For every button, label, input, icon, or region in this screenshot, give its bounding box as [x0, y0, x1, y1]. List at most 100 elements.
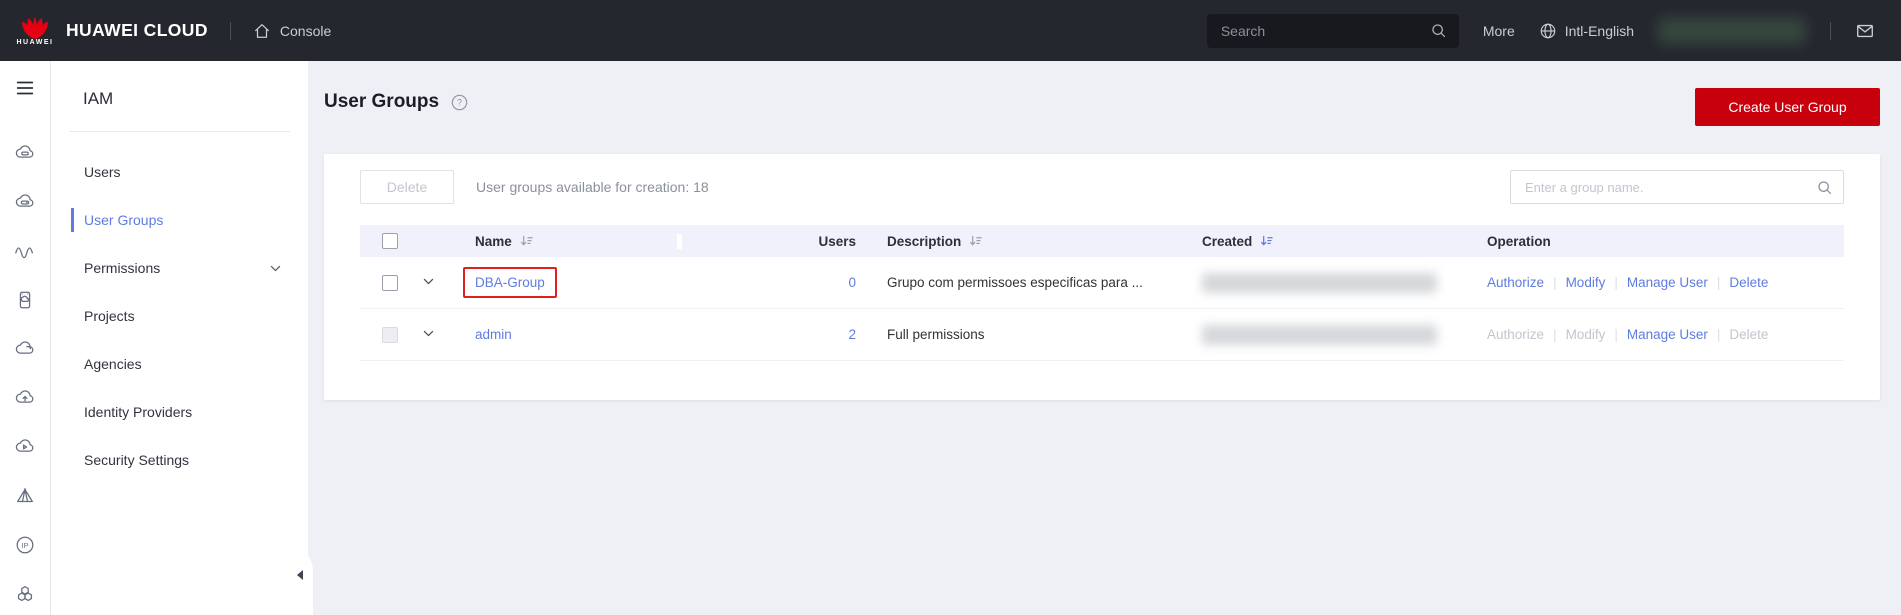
- console-link[interactable]: Console: [253, 22, 331, 40]
- sidebar-item-agencies[interactable]: Agencies: [51, 340, 308, 388]
- op-manage-user-link[interactable]: Manage User: [1627, 275, 1708, 290]
- column-label: Operation: [1487, 234, 1551, 249]
- global-search: [1207, 14, 1459, 48]
- operation-separator: |: [1614, 327, 1618, 342]
- rail-item-pyramid[interactable]: [0, 471, 50, 520]
- users-count-link[interactable]: 0: [848, 275, 856, 290]
- created-timestamp-redacted: [1202, 325, 1437, 345]
- help-icon[interactable]: ?: [451, 94, 468, 111]
- svg-text:?: ?: [457, 97, 462, 107]
- table-row-dba-group: DBA-Group 0 Grupo com permissoes especific…: [360, 257, 1844, 309]
- operation-separator: |: [1717, 327, 1721, 342]
- op-delete-link[interactable]: Delete: [1729, 275, 1768, 290]
- topbar-divider: [1830, 22, 1831, 40]
- description-cell: Full permissions: [862, 327, 1192, 342]
- chevron-down-icon: [269, 262, 282, 275]
- mail-icon[interactable]: [1855, 21, 1875, 41]
- op-authorize-link: Authorize: [1487, 327, 1544, 342]
- sidebar-item-permissions[interactable]: Permissions: [51, 244, 308, 292]
- select-all-checkbox[interactable]: [382, 233, 398, 249]
- cloud-upload-icon: [14, 387, 36, 409]
- column-header-operation: Operation: [1472, 234, 1844, 249]
- sidebar-collapse-handle[interactable]: [297, 570, 303, 580]
- sort-icon[interactable]: [968, 234, 983, 249]
- ip-icon: IP: [14, 534, 36, 556]
- description-cell: Grupo com permissoes especificas para ..…: [862, 275, 1192, 290]
- chevron-down-icon[interactable]: [422, 275, 435, 288]
- operation-separator: |: [1717, 275, 1721, 290]
- more-menu[interactable]: More: [1483, 23, 1515, 39]
- console-label: Console: [280, 23, 331, 39]
- sidebar-item-identity-providers[interactable]: Identity Providers: [51, 388, 308, 436]
- rail-item-cloud-upload[interactable]: [0, 373, 50, 422]
- search-icon[interactable]: [1430, 22, 1447, 39]
- operation-separator: |: [1553, 327, 1557, 342]
- group-search: [1510, 170, 1844, 204]
- sidebar-item-label: User Groups: [84, 212, 163, 228]
- op-manage-user-link[interactable]: Manage User: [1627, 327, 1708, 342]
- user-groups-table: Name Users DescriptionCreated Operation DBA…: [360, 225, 1844, 361]
- huawei-logo[interactable]: HUAWEI: [10, 16, 60, 46]
- sidebar-item-projects[interactable]: Projects: [51, 292, 308, 340]
- row-checkbox[interactable]: [382, 275, 398, 291]
- iam-sidebar: IAM Users User Groups Permissions Projects A…: [50, 61, 308, 615]
- service-rail: IP: [0, 61, 50, 615]
- name-cell: DBA-Group: [462, 267, 677, 298]
- users-cell: 0: [677, 275, 862, 290]
- global-search-input[interactable]: [1219, 22, 1422, 40]
- sidebar-item-users[interactable]: Users: [51, 148, 308, 196]
- rail-item-ip[interactable]: IP: [0, 520, 50, 569]
- main-content: User Groups ? Create User Group Delete U…: [308, 61, 1901, 615]
- rail-item-cloud[interactable]: [0, 324, 50, 373]
- row-checkbox: [382, 327, 398, 343]
- rail-item-cloud-server[interactable]: [0, 128, 50, 177]
- rail-item-storage-device[interactable]: [0, 275, 50, 324]
- brand-title: HUAWEI CLOUD: [66, 20, 208, 41]
- op-delete-link: Delete: [1729, 327, 1768, 342]
- column-header-description[interactable]: Description: [862, 234, 1192, 249]
- logo-caption: HUAWEI: [17, 39, 54, 46]
- annotation-highlight-box: DBA-Group: [463, 267, 557, 298]
- name-cell: admin: [462, 327, 677, 342]
- sidebar-title: IAM: [83, 89, 308, 109]
- language-selector[interactable]: Intl-English: [1539, 22, 1634, 40]
- rail-item-waves[interactable]: [0, 226, 50, 275]
- column-header-name[interactable]: Name: [462, 234, 677, 249]
- sidebar-item-user-groups[interactable]: User Groups: [51, 196, 308, 244]
- operation-cell: Authorize|Modify|Manage User|Delete: [1472, 327, 1844, 342]
- create-user-group-button[interactable]: Create User Group: [1695, 88, 1880, 126]
- sort-icon[interactable]: [1259, 234, 1274, 249]
- group-search-input[interactable]: [1523, 179, 1816, 196]
- globe-icon: [1539, 22, 1557, 40]
- created-timestamp-redacted: [1202, 273, 1437, 293]
- waves-icon: [14, 240, 36, 262]
- chevron-down-icon[interactable]: [422, 327, 435, 340]
- rail-menu-button[interactable]: [14, 77, 36, 104]
- op-modify-link[interactable]: Modify: [1566, 275, 1606, 290]
- table-row-admin: admin2Full permissionsAuthorize|Modify|M…: [360, 309, 1844, 361]
- topbar-right: More Intl-English: [1207, 14, 1901, 48]
- table-header: Name Users DescriptionCreated Operation: [360, 225, 1844, 257]
- group-name-link[interactable]: admin: [475, 327, 512, 342]
- users-count-link[interactable]: 2: [848, 327, 856, 342]
- op-authorize-link[interactable]: Authorize: [1487, 275, 1544, 290]
- sidebar-divider: [69, 131, 290, 132]
- svg-text:IP: IP: [22, 540, 29, 549]
- column-label: Users: [818, 234, 856, 249]
- search-icon[interactable]: [1816, 179, 1833, 196]
- cloud-server-alt-icon: [14, 191, 36, 213]
- rail-item-cloud-server-alt[interactable]: [0, 177, 50, 226]
- rail-item-hexagons[interactable]: [0, 569, 50, 615]
- sort-icon[interactable]: [519, 234, 534, 249]
- sidebar-item-label: Permissions: [84, 260, 160, 276]
- rail-item-cloud-play[interactable]: [0, 422, 50, 471]
- group-name-link[interactable]: DBA-Group: [475, 275, 545, 290]
- sidebar-item-security-settings[interactable]: Security Settings: [51, 436, 308, 484]
- column-header-created[interactable]: Created: [1192, 234, 1472, 249]
- huawei-flower-icon: [20, 16, 50, 40]
- row-select-cell: [360, 326, 422, 342]
- card-toolbar: Delete User groups available for creatio…: [360, 170, 1844, 204]
- sidebar-item-label: Projects: [84, 308, 135, 324]
- account-name-redacted: [1658, 18, 1806, 44]
- select-all-cell: [360, 233, 422, 249]
